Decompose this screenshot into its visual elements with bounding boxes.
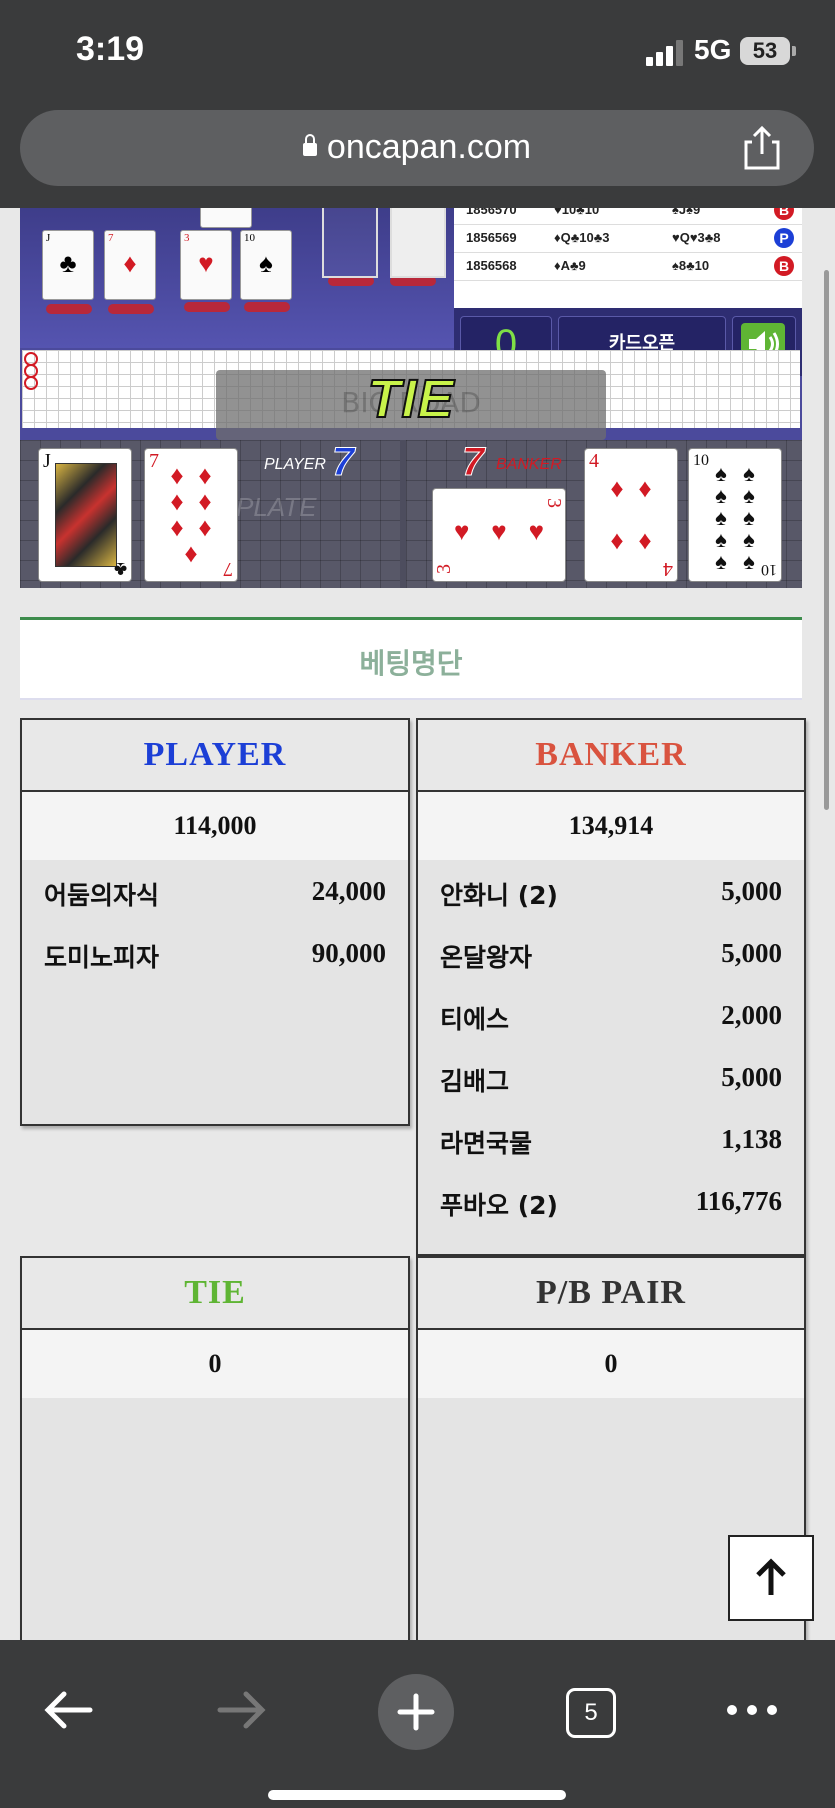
banker-label: BANKER [496, 456, 562, 473]
player-panel-title: PLAYER [22, 720, 408, 792]
bet-row: 온달왕자 5,000 [440, 938, 782, 972]
bet-row: 안화니 (2) 5,000 [440, 876, 782, 910]
url-text: oncapan.com [326, 128, 532, 166]
banker-card-1: 3 ♥ ♥ ♥ 3 [432, 488, 566, 582]
jack-face-art [55, 463, 117, 567]
new-tab-button[interactable] [378, 1674, 454, 1750]
history-row: 1856568 ♦A♣9 ♠8♣10 B [454, 252, 802, 281]
plus-icon [397, 1693, 435, 1731]
player-card-1: J ♣ [38, 448, 132, 582]
browser-bottom-bar: 5 [0, 1640, 835, 1808]
lock-icon [302, 134, 317, 156]
tabs-button[interactable]: 5 [566, 1688, 616, 1738]
mini-card [200, 208, 252, 228]
betting-list-title: 베팅명단 [359, 647, 463, 680]
battery-icon: 53 [740, 37, 790, 65]
scroll-top-button[interactable] [728, 1535, 814, 1621]
mini-card: 3 ♥ [180, 230, 232, 300]
chip [46, 304, 92, 314]
pair-total: 0 [418, 1330, 804, 1398]
browser-top-bar: 3:19 5G 53 oncapan.com [0, 0, 835, 208]
arrow-left-icon[interactable] [40, 1686, 96, 1734]
player-label: PLAYER [264, 456, 326, 473]
home-indicator[interactable] [268, 1790, 566, 1800]
banker-card-2: 4 ♦ ♦ ♦ ♦ 4 [584, 448, 678, 582]
banker-bets-panel: BANKER 134,914 안화니 (2) 5,000 온달왕자 5,000 티에… [416, 718, 806, 1256]
address-bar[interactable]: oncapan.com [20, 110, 814, 186]
tie-bets-panel: TIE 0 [20, 1256, 410, 1680]
baccarat-game: J ♣ 7 ♦ 3 ♥ 10 ♠ 1856570 ♥10♣10 ♠J♠9 B 18565… [20, 208, 802, 588]
bet-row: 라면국물 1,138 [440, 1124, 782, 1158]
network-label: 5G [694, 34, 732, 65]
player-bets-panel: PLAYER 114,000 어둠의자식 24,000 도미노피자 90,000 [20, 718, 410, 1126]
history-row: 1856570 ♥10♣10 ♠J♠9 B [454, 208, 802, 225]
banker-card-3: 10 ♠ ♠ ♠ ♠ ♠ ♠ ♠ ♠ ♠ ♠ 10 [688, 448, 782, 582]
result-banner: BIG ROAD TIE [216, 368, 606, 440]
bet-row: 어둠의자식 24,000 [44, 876, 386, 910]
result-text: TIE [366, 368, 455, 430]
game-table-felt: J ♣ 7 ♦ 3 ♥ 10 ♠ [20, 208, 460, 348]
betting-list-header: 베팅명단 [20, 617, 802, 700]
mini-card: 10 ♠ [240, 230, 292, 300]
bet-row: 푸바오 (2) 116,776 [440, 1186, 782, 1220]
player-score: 7 [331, 440, 355, 485]
bet-row: 도미노피자 90,000 [44, 938, 386, 972]
discard-tray [322, 208, 378, 278]
arrow-up-icon [756, 1558, 786, 1595]
signal-icon [646, 38, 686, 66]
banker-score: 7 [461, 440, 485, 485]
battery-cap [792, 46, 796, 56]
chip [184, 302, 230, 312]
url-display[interactable]: oncapan.com [20, 128, 814, 167]
banker-total: 134,914 [418, 792, 804, 860]
mini-card: 7 ♦ [104, 230, 156, 300]
player-total: 114,000 [22, 792, 408, 860]
status-time: 3:19 [76, 30, 145, 68]
road-mark [24, 376, 38, 390]
banker-panel-title: BANKER [418, 720, 804, 792]
chip [244, 302, 290, 312]
bet-row: 김배그 5,000 [440, 1062, 782, 1096]
chip [108, 304, 154, 314]
share-icon[interactable] [742, 124, 782, 170]
bet-row: 티에스 2,000 [440, 1000, 782, 1034]
mini-card: J ♣ [42, 230, 94, 300]
history-row: 1856569 ♦Q♣10♣3 ♥Q♥3♣8 P [454, 224, 802, 253]
arrow-right-icon[interactable] [214, 1686, 270, 1734]
pair-panel-title: P/B PAIR [418, 1258, 804, 1330]
plate-label: PLATE [236, 492, 317, 522]
tie-panel-title: TIE [22, 1258, 408, 1330]
more-icon[interactable] [724, 1698, 780, 1722]
card-shoe [390, 208, 446, 278]
card-table: PLAYER 7 PLATE 7 BANKER J ♣ 7 ♦ ♦ ♦ ♦ ♦ ♦ ♦ 7 … [20, 440, 802, 588]
player-card-2: 7 ♦ ♦ ♦ ♦ ♦ ♦ ♦ 7 [144, 448, 238, 582]
history-table: 1856570 ♥10♣10 ♠J♠9 B 1856569 ♦Q♣10♣3 ♥Q… [454, 208, 802, 308]
page-scrollbar[interactable] [824, 270, 829, 810]
tie-total: 0 [22, 1330, 408, 1398]
